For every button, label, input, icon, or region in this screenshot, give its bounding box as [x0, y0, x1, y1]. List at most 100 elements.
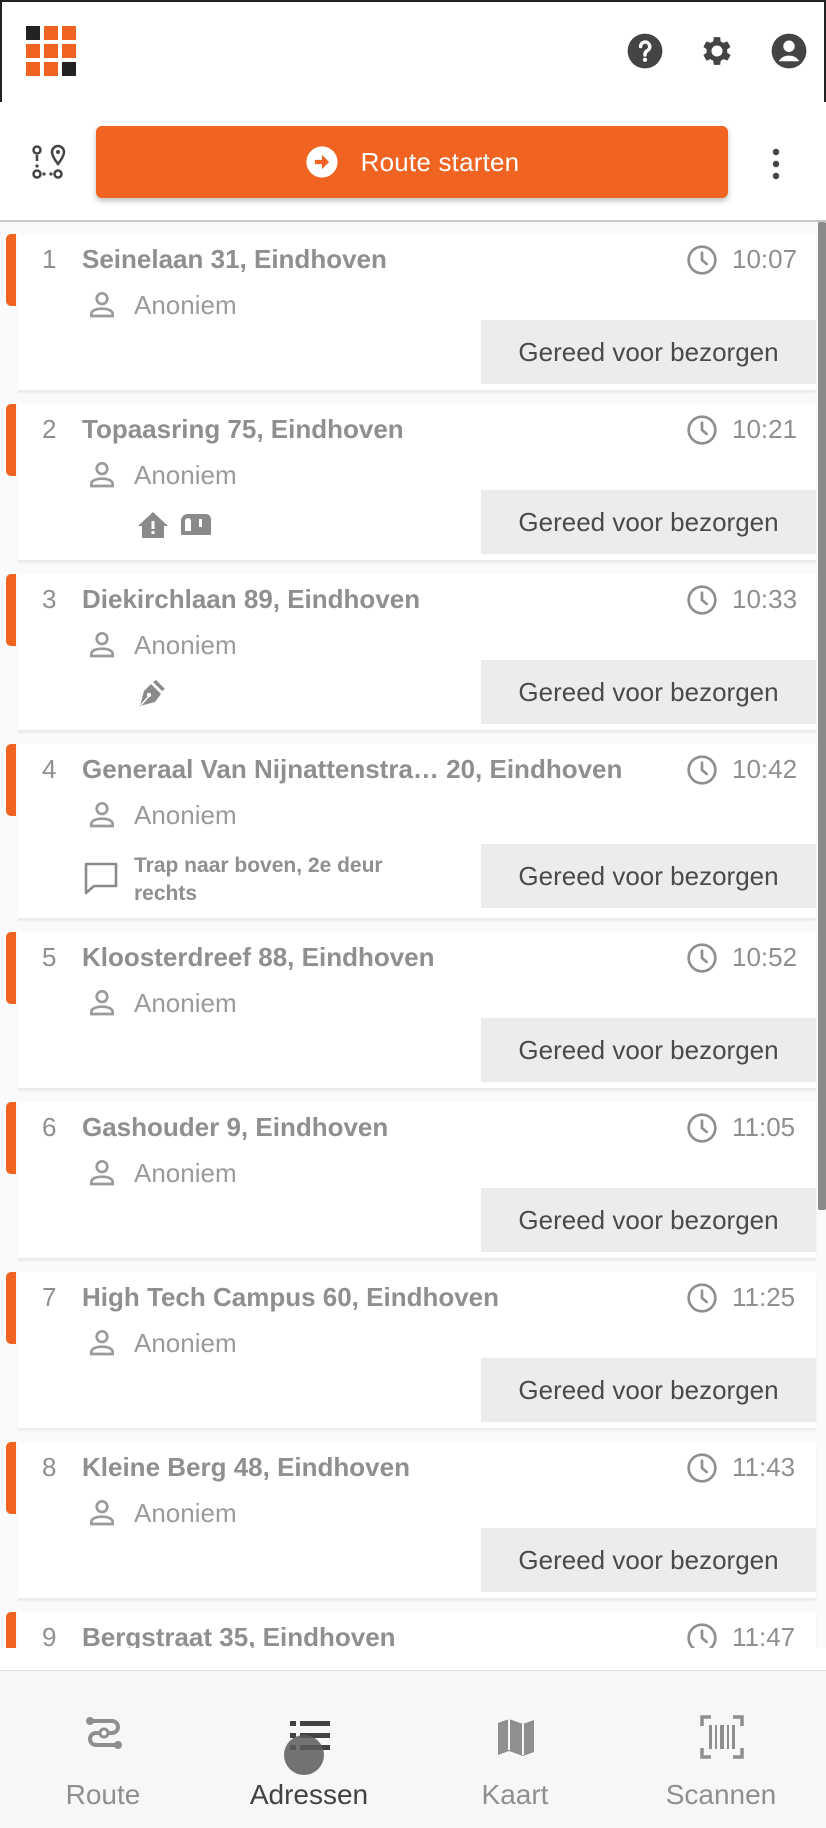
clock-icon	[687, 585, 717, 615]
nav-scannen-label: Scannen	[665, 1779, 777, 1810]
start-route-label: Route starten	[360, 146, 520, 177]
stop-accent	[6, 744, 16, 816]
route-icon	[86, 1717, 122, 1749]
arrow-circle-right-icon	[306, 146, 338, 178]
stop-time: 11:25	[732, 1282, 796, 1312]
status-button[interactable]: Gereed voor bezorgen	[481, 320, 816, 384]
stop-time: 10:52	[732, 942, 798, 972]
stop-time: 11:05	[732, 1112, 796, 1142]
stop-address: Seinelaan 31, Eindhoven	[82, 244, 387, 274]
stop-number: 7	[42, 1282, 57, 1312]
nav-route[interactable]: Route	[0, 1671, 206, 1828]
help-icon[interactable]	[626, 32, 664, 70]
status-button[interactable]: Gereed voor bezorgen	[481, 844, 816, 908]
comment-icon	[84, 862, 118, 895]
stop-recipient: Anoniem	[134, 1158, 237, 1188]
status-button[interactable]: Gereed voor bezorgen	[481, 1528, 816, 1592]
clock-icon	[687, 1283, 717, 1313]
address-list[interactable]: 1 Seinelaan 31, Eindhoven 10:07 Anoniem …	[0, 222, 826, 1648]
stop-number: 9	[42, 1622, 57, 1648]
person-icon	[90, 1160, 114, 1186]
stop-item-9[interactable]: 9 Bergstraat 35, Eindhoven 11:47	[18, 1612, 816, 1648]
stop-time: 10:42	[732, 754, 798, 784]
action-bar: Route starten	[0, 102, 826, 222]
stop-recipient: Anoniem	[134, 800, 237, 830]
stop-item-1[interactable]: 1 Seinelaan 31, Eindhoven 10:07 Anoniem …	[18, 234, 816, 392]
status-button[interactable]: Gereed voor bezorgen	[481, 1018, 816, 1082]
status-button[interactable]: Gereed voor bezorgen	[481, 1188, 816, 1252]
stop-time: 10:33	[732, 584, 798, 614]
stop-address: Topaasring 75, Eindhoven	[82, 414, 404, 444]
stop-recipient: Anoniem	[134, 460, 237, 490]
stop-item-7[interactable]: 7 High Tech Campus 60, Eindhoven 11:25 A…	[18, 1272, 816, 1430]
clock-icon	[687, 1623, 717, 1648]
stop-note: Trap naar boven, 2e deur rechts	[134, 854, 383, 905]
clock-icon	[687, 1113, 717, 1143]
more-vert-icon[interactable]	[768, 146, 784, 182]
stop-number: 4	[42, 754, 57, 784]
person-icon	[90, 292, 114, 318]
person-icon	[90, 1500, 114, 1526]
signature-pen-icon	[140, 680, 165, 706]
route-points-icon[interactable]	[28, 144, 68, 180]
person-icon	[90, 990, 114, 1016]
stop-item-5[interactable]: 5 Kloosterdreef 88, Eindhoven 10:52 Anon…	[18, 932, 816, 1090]
barcode-scan-icon	[700, 1715, 744, 1759]
nav-kaart[interactable]: Kaart	[412, 1671, 618, 1828]
nav-route-label: Route	[65, 1779, 141, 1810]
stop-address: Generaal Van Nijnattenstra… 20, Eindhove…	[82, 754, 623, 784]
person-icon	[90, 1330, 114, 1356]
stop-accent	[6, 1272, 16, 1344]
stop-address: Gashouder 9, Eindhoven	[82, 1112, 389, 1142]
bottom-navigation: Route Adressen Kaart Scannen	[0, 1670, 826, 1828]
touch-indicator	[284, 1735, 324, 1775]
account-icon[interactable]	[770, 32, 808, 70]
stop-address: Kleine Berg 48, Eindhoven	[82, 1452, 410, 1482]
house-alert-icon	[138, 512, 168, 538]
stop-time: 11:43	[732, 1452, 796, 1482]
stop-address: Bergstraat 35, Eindhoven	[82, 1622, 396, 1648]
stop-number: 2	[42, 414, 57, 444]
nav-adressen-label: Adressen	[249, 1779, 369, 1810]
stop-address: High Tech Campus 60, Eindhoven	[82, 1282, 500, 1312]
stop-recipient: Anoniem	[134, 988, 237, 1018]
stop-item-8[interactable]: 8 Kleine Berg 48, Eindhoven 11:43 Anonie…	[18, 1442, 816, 1600]
stop-accent	[6, 932, 16, 1004]
stop-time: 11:47	[732, 1622, 796, 1648]
stop-number: 3	[42, 584, 57, 614]
stop-time: 10:21	[732, 414, 798, 444]
stop-recipient: Anoniem	[134, 290, 237, 320]
person-icon	[90, 632, 114, 658]
person-icon	[90, 462, 114, 488]
stop-accent	[6, 1442, 16, 1514]
clock-icon	[687, 1453, 717, 1483]
status-button[interactable]: Gereed voor bezorgen	[481, 490, 816, 554]
stop-recipient: Anoniem	[134, 1328, 237, 1358]
stop-number: 5	[42, 942, 57, 972]
clock-icon	[687, 245, 717, 275]
stop-item-2[interactable]: 2 Topaasring 75, Eindhoven 10:21 Anoniem…	[18, 404, 816, 562]
stop-time: 10:07	[732, 244, 798, 274]
stop-address: Kloosterdreef 88, Eindhoven	[82, 942, 435, 972]
person-icon	[90, 802, 114, 828]
stop-address: Diekirchlaan 89, Eindhoven	[82, 584, 421, 614]
nav-scannen[interactable]: Scannen	[618, 1671, 824, 1828]
clock-icon	[687, 415, 717, 445]
stop-accent	[6, 574, 16, 646]
stop-accent	[6, 404, 16, 476]
scrollbar[interactable]	[818, 222, 826, 1210]
start-route-button[interactable]: Route starten	[96, 126, 728, 198]
stop-number: 1	[42, 244, 57, 274]
nav-kaart-label: Kaart	[481, 1779, 549, 1810]
stop-recipient: Anoniem	[134, 630, 237, 660]
settings-icon[interactable]	[698, 32, 736, 70]
stop-item-4[interactable]: 4 Generaal Van Nijnattenstra… 20, Eindho…	[18, 744, 816, 920]
clock-icon	[687, 755, 717, 785]
stop-item-3[interactable]: 3 Diekirchlaan 89, Eindhoven 10:33 Anoni…	[18, 574, 816, 732]
stop-accent	[6, 1612, 16, 1648]
stop-item-6[interactable]: 6 Gashouder 9, Eindhoven 11:05 Anoniem G…	[18, 1102, 816, 1260]
status-button[interactable]: Gereed voor bezorgen	[481, 1358, 816, 1422]
app-logo	[26, 26, 80, 80]
top-app-bar	[0, 0, 826, 102]
status-button[interactable]: Gereed voor bezorgen	[481, 660, 816, 724]
